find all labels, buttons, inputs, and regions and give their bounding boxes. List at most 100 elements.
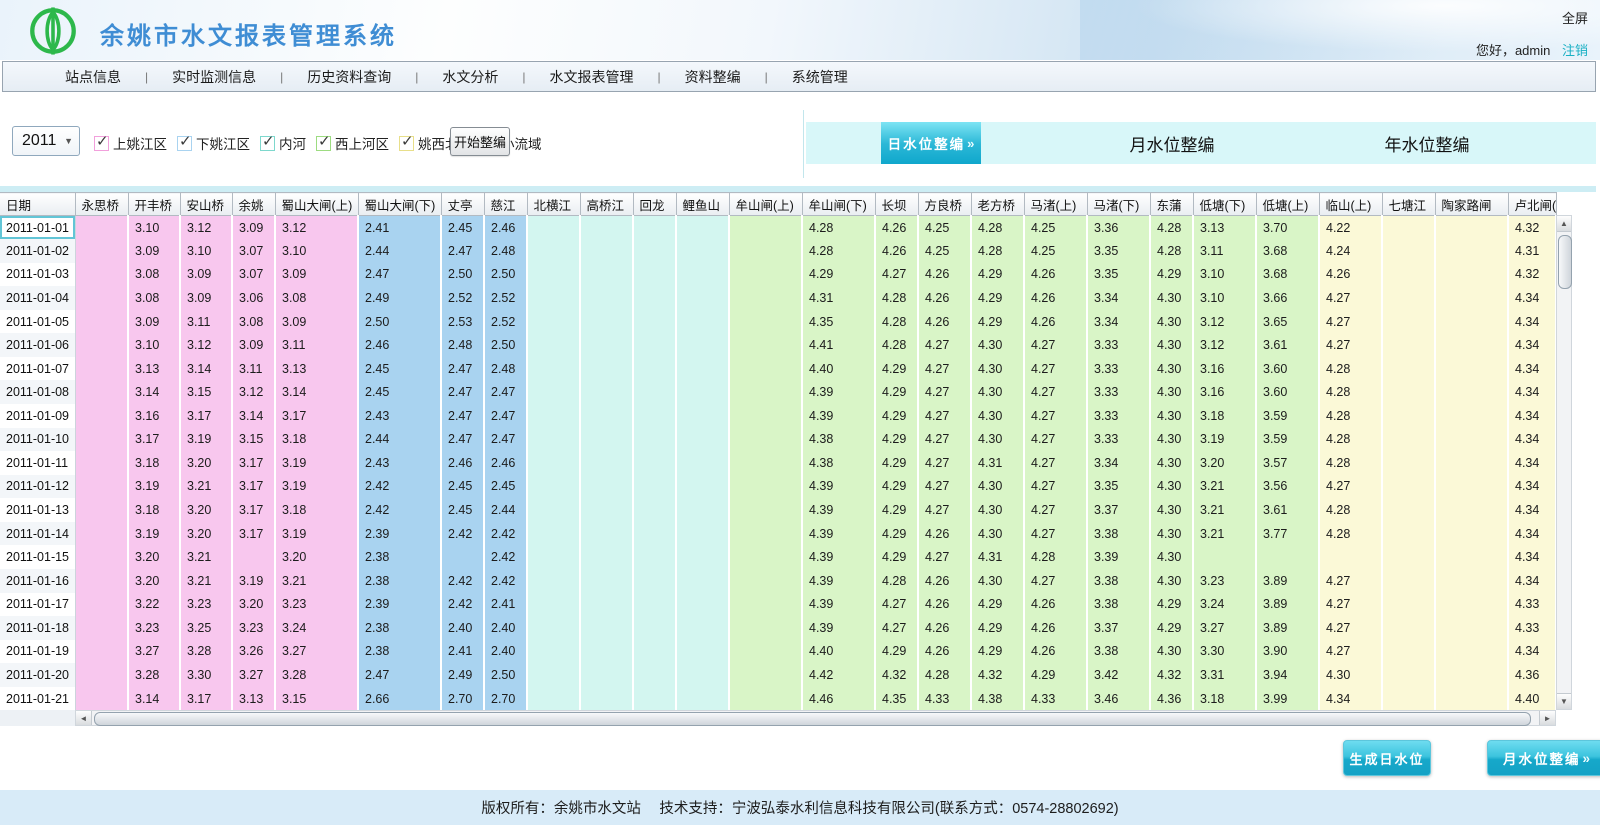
grid-cell[interactable]: 4.27 bbox=[1319, 569, 1382, 593]
grid-cell[interactable]: 4.34 bbox=[1508, 428, 1556, 452]
grid-cell[interactable]: 2.47 bbox=[484, 428, 527, 452]
date-cell[interactable]: 2011-01-06 bbox=[0, 333, 75, 357]
grid-cell[interactable] bbox=[676, 498, 729, 522]
grid-cell[interactable]: 4.30 bbox=[1150, 640, 1193, 664]
grid-cell[interactable]: 4.34 bbox=[1508, 286, 1556, 310]
grid-cell[interactable]: 4.25 bbox=[1024, 216, 1087, 240]
grid-cell[interactable]: 4.39 bbox=[802, 545, 875, 569]
grid-cell[interactable]: 3.14 bbox=[232, 404, 275, 428]
grid-cell[interactable]: 2.47 bbox=[441, 239, 484, 263]
grid-cell[interactable]: 3.13 bbox=[1193, 216, 1256, 240]
grid-cell[interactable]: 4.29 bbox=[971, 616, 1024, 640]
grid-cell[interactable] bbox=[676, 404, 729, 428]
grid-cell[interactable]: 3.19 bbox=[128, 475, 180, 499]
grid-cell[interactable]: 3.17 bbox=[232, 522, 275, 546]
grid-cell[interactable]: 3.21 bbox=[275, 569, 358, 593]
grid-cell[interactable]: 4.41 bbox=[802, 333, 875, 357]
grid-cell[interactable]: 4.27 bbox=[918, 451, 971, 475]
grid-cell[interactable]: 3.21 bbox=[1193, 498, 1256, 522]
grid-cell[interactable]: 2.39 bbox=[358, 522, 441, 546]
grid-cell[interactable] bbox=[1382, 522, 1435, 546]
grid-cell[interactable]: 2.47 bbox=[358, 263, 441, 287]
grid-cell[interactable]: 4.30 bbox=[971, 380, 1024, 404]
grid-cell[interactable] bbox=[527, 380, 580, 404]
grid-cell[interactable]: 2.45 bbox=[441, 498, 484, 522]
grid-cell[interactable]: 4.29 bbox=[802, 263, 875, 287]
grid-cell[interactable]: 4.27 bbox=[875, 593, 918, 617]
vertical-scrollbar-thumb[interactable] bbox=[1558, 235, 1572, 289]
grid-cell[interactable] bbox=[1382, 663, 1435, 687]
grid-cell[interactable] bbox=[676, 687, 729, 711]
date-cell[interactable]: 2011-01-13 bbox=[0, 498, 75, 522]
grid-cell[interactable] bbox=[75, 428, 128, 452]
grid-cell[interactable]: 4.27 bbox=[1319, 475, 1382, 499]
grid-cell[interactable] bbox=[75, 593, 128, 617]
grid-cell[interactable] bbox=[527, 687, 580, 711]
grid-cell[interactable] bbox=[1382, 357, 1435, 381]
grid-cell[interactable]: 4.38 bbox=[971, 687, 1024, 711]
grid-cell[interactable]: 3.19 bbox=[275, 475, 358, 499]
horizontal-scrollbar-thumb[interactable] bbox=[94, 712, 1531, 726]
grid-cell[interactable]: 4.27 bbox=[1024, 428, 1087, 452]
grid-cell[interactable]: 4.32 bbox=[875, 663, 918, 687]
checkbox-1[interactable]: ✓ bbox=[177, 136, 192, 151]
grid-cell[interactable]: 4.27 bbox=[875, 616, 918, 640]
grid-cell[interactable] bbox=[527, 333, 580, 357]
grid-cell[interactable] bbox=[1382, 333, 1435, 357]
grid-cell[interactable]: 4.27 bbox=[918, 545, 971, 569]
grid-cell[interactable]: 4.27 bbox=[1319, 616, 1382, 640]
grid-cell[interactable]: 4.40 bbox=[802, 357, 875, 381]
grid-cell[interactable]: 3.15 bbox=[180, 380, 232, 404]
grid-cell[interactable]: 3.08 bbox=[275, 286, 358, 310]
grid-cell[interactable]: 3.18 bbox=[275, 498, 358, 522]
grid-cell[interactable]: 4.30 bbox=[1150, 498, 1193, 522]
grid-cell[interactable]: 3.38 bbox=[1087, 593, 1150, 617]
logout-link[interactable]: 注销 bbox=[1562, 43, 1588, 58]
grid-cell[interactable] bbox=[1382, 687, 1435, 711]
grid-cell[interactable]: 2.50 bbox=[441, 263, 484, 287]
grid-cell[interactable]: 3.27 bbox=[275, 640, 358, 664]
grid-cell[interactable]: 4.31 bbox=[971, 545, 1024, 569]
grid-cell[interactable]: 2.38 bbox=[358, 545, 441, 569]
grid-cell[interactable]: 4.28 bbox=[875, 310, 918, 334]
grid-cell[interactable]: 4.27 bbox=[1024, 522, 1087, 546]
grid-cell[interactable] bbox=[580, 380, 633, 404]
grid-cell[interactable]: 3.38 bbox=[1087, 522, 1150, 546]
grid-cell[interactable]: 3.38 bbox=[1087, 569, 1150, 593]
grid-cell[interactable]: 4.25 bbox=[918, 239, 971, 263]
grid-cell[interactable] bbox=[527, 498, 580, 522]
grid-cell[interactable] bbox=[729, 569, 802, 593]
grid-cell[interactable]: 3.23 bbox=[1193, 569, 1256, 593]
tab-monthly-water-level[interactable]: 月水位整编 bbox=[1092, 131, 1252, 156]
grid-cell[interactable] bbox=[1435, 687, 1508, 711]
grid-cell[interactable]: 3.20 bbox=[232, 593, 275, 617]
grid-cell[interactable]: 3.33 bbox=[1087, 357, 1150, 381]
grid-cell[interactable]: 4.29 bbox=[875, 475, 918, 499]
grid-cell[interactable] bbox=[633, 663, 676, 687]
date-cell[interactable]: 2011-01-19 bbox=[0, 640, 75, 664]
grid-cell[interactable] bbox=[75, 475, 128, 499]
grid-cell[interactable]: 3.60 bbox=[1256, 357, 1319, 381]
grid-cell[interactable]: 4.29 bbox=[971, 640, 1024, 664]
grid-cell[interactable] bbox=[676, 593, 729, 617]
grid-cell[interactable] bbox=[633, 593, 676, 617]
grid-cell[interactable] bbox=[676, 663, 729, 687]
grid-cell[interactable] bbox=[633, 522, 676, 546]
grid-cell[interactable]: 3.17 bbox=[232, 498, 275, 522]
grid-cell[interactable] bbox=[1382, 404, 1435, 428]
nav-item-4[interactable]: 水文报表管理 bbox=[526, 67, 658, 87]
grid-cell[interactable] bbox=[676, 616, 729, 640]
grid-cell[interactable]: 3.09 bbox=[180, 286, 232, 310]
grid-cell[interactable]: 2.46 bbox=[441, 451, 484, 475]
nav-item-2[interactable]: 历史资料查询 bbox=[283, 67, 415, 87]
grid-cell[interactable]: 4.34 bbox=[1508, 640, 1556, 664]
grid-cell[interactable] bbox=[1435, 451, 1508, 475]
date-cell[interactable]: 2011-01-08 bbox=[0, 380, 75, 404]
grid-cell[interactable]: 4.32 bbox=[971, 663, 1024, 687]
grid-cell[interactable] bbox=[75, 263, 128, 287]
date-cell[interactable]: 2011-01-10 bbox=[0, 428, 75, 452]
grid-cell[interactable]: 2.46 bbox=[484, 216, 527, 240]
grid-cell[interactable] bbox=[1382, 545, 1435, 569]
grid-cell[interactable] bbox=[729, 428, 802, 452]
grid-cell[interactable]: 3.09 bbox=[180, 263, 232, 287]
